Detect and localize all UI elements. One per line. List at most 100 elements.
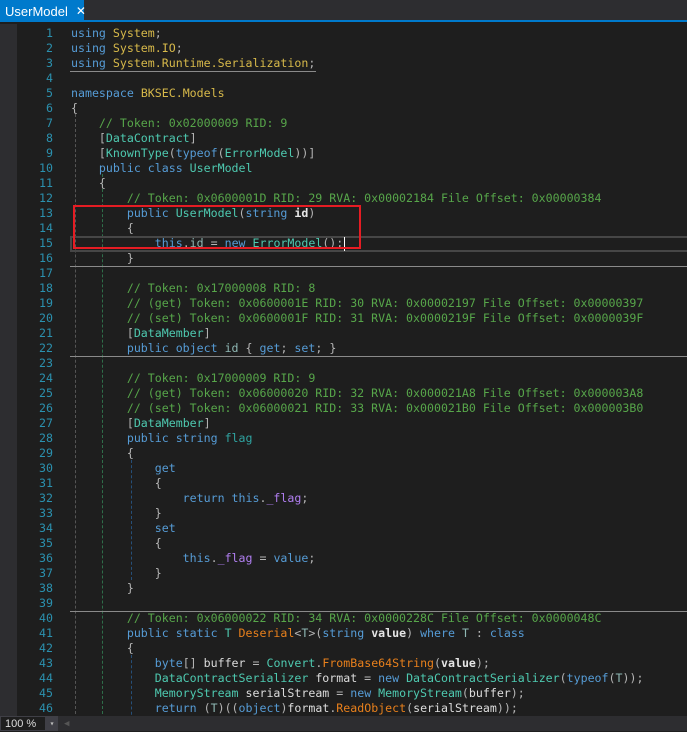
line-number: 17 [39,266,53,280]
line-code: { [71,536,162,551]
line-code: [DataContract] [71,131,197,146]
code-token: // Token: 0x02000009 RID: 9 [71,116,288,130]
code-token: serialStream [245,686,330,700]
line-number: 14 [39,221,53,235]
line-number: 46 [39,701,53,715]
line-code: { [71,176,106,191]
code-line[interactable]: 18 // Token: 0x17000008 RID: 8 [0,281,687,296]
code-token: } [71,581,134,595]
code-token: System.IO [112,41,176,55]
code-token: id [224,341,239,355]
code-line[interactable]: 45 MemoryStream serialStream = new Memor… [0,686,687,701]
code-line[interactable]: 31 { [0,476,687,491]
code-line[interactable]: 16 } [0,251,687,266]
code-token: _flag [266,491,302,505]
code-line[interactable]: 35 { [0,536,687,551]
line-code: // Token: 0x02000009 RID: 9 [71,116,287,131]
line-code: MemoryStream serialStream = new MemorySt… [71,686,525,701]
line-number: 11 [39,176,53,190]
line-code: using System.IO; [71,41,183,56]
code-token: FromBase64String [322,656,435,670]
line-code: // Token: 0x06000022 RID: 34 RVA: 0x0000… [71,611,602,626]
code-line[interactable]: 40 // Token: 0x06000022 RID: 34 RVA: 0x0… [0,611,687,626]
code-line[interactable]: 42 { [0,641,687,656]
line-code: public static T Deserial<T>(string value… [71,626,525,641]
code-line[interactable]: 46 return (T)((object)format.ReadObject(… [0,701,687,716]
line-code: DataContractSerializer format = new Data… [71,671,644,686]
line-code: [KnownType(typeof(ErrorModel))] [71,146,315,161]
line-code: return (T)((object)format.ReadObject(ser… [71,701,518,716]
code-line[interactable]: 1 using System; [0,26,687,41]
code-line[interactable]: 22 public object id { get; set; } [0,341,687,356]
code-line[interactable]: 38 } [0,581,687,596]
code-line[interactable]: 28 public string flag [0,431,687,446]
code-line[interactable]: 29 { [0,446,687,461]
code-line[interactable]: 7 // Token: 0x02000009 RID: 9 [0,116,687,131]
code-line[interactable]: 11 { [0,176,687,191]
code-token: value [441,656,476,670]
line-number: 35 [39,536,53,550]
code-line[interactable]: 27 [DataMember] [0,416,687,431]
code-line[interactable]: 8 [DataContract] [0,131,687,146]
code-token: ] [189,131,197,145]
zoom-dropdown-icon[interactable]: ▾ [46,716,58,731]
code-token: object [238,701,281,715]
code-token: typeof [175,146,218,160]
code-line[interactable]: 41 public static T Deserial<T>(string va… [0,626,687,641]
tab-usermodel[interactable]: UserModel ✕ [0,0,86,22]
code-line[interactable]: 10 public class UserModel [0,161,687,176]
close-icon[interactable]: ✕ [76,4,86,18]
code-line[interactable]: 23 [0,356,687,371]
code-line[interactable]: 24 // Token: 0x17000009 RID: 9 [0,371,687,386]
code-token: } [71,251,134,265]
line-number: 29 [39,446,53,460]
code-token: } [71,566,162,580]
code-token: public static [71,626,225,640]
code-line[interactable]: 44 DataContractSerializer format = new D… [0,671,687,686]
code-token: MemoryStream [378,686,462,700]
code-line[interactable]: 25 // (get) Token: 0x06000020 RID: 32 RV… [0,386,687,401]
code-token: )(( [217,701,239,715]
code-line[interactable]: 30 get [0,461,687,476]
line-code: using System.Runtime.Serialization; [71,56,315,71]
code-token: = [245,656,267,670]
code-line[interactable]: 26 // (set) Token: 0x06000021 RID: 33 RV… [0,401,687,416]
code-line[interactable]: 4 [0,71,687,86]
code-line[interactable]: 6{ [0,101,687,116]
code-line[interactable]: 17 [0,266,687,281]
code-line[interactable]: 3 using System.Runtime.Serialization; [0,56,687,71]
code-token: ( [203,701,211,715]
code-line[interactable]: 36 this._flag = value; [0,551,687,566]
zoom-level[interactable]: 100 % [0,716,46,731]
code-token: ; [280,341,295,355]
line-number: 6 [46,101,53,115]
code-token: // (set) Token: 0x0600001F RID: 31 RVA: … [71,311,644,325]
code-line[interactable]: 9 [KnownType(typeof(ErrorModel))] [0,146,687,161]
code-line[interactable]: 12 // Token: 0x0600001D RID: 29 RVA: 0x0… [0,191,687,206]
code-line[interactable]: 5 namespace BKSEC.Models [0,86,687,101]
code-line[interactable]: 43 byte[] buffer = Convert.FromBase64Str… [0,656,687,671]
code-token: } [71,506,162,520]
scroll-left-icon[interactable]: ◀ [64,719,69,729]
line-code: } [71,251,134,266]
code-line[interactable]: 37 } [0,566,687,581]
code-token: KnownType [105,146,169,160]
line-number: 2 [46,41,53,55]
code-line[interactable]: 33 } [0,506,687,521]
code-token: DataContractSerializer [71,671,316,685]
code-line[interactable]: 34 set [0,521,687,536]
code-line[interactable]: 21 [DataMember] [0,326,687,341]
code-line[interactable]: 32 return this._flag; [0,491,687,506]
code-token: [ [71,326,134,340]
code-token: BKSEC.Models [140,86,225,100]
code-editor[interactable]: 1 using System; 2 using System.IO; 3 using Sy… [0,24,687,716]
line-code: // Token: 0x0600001D RID: 29 RVA: 0x0000… [71,191,602,206]
code-line[interactable]: 39 [0,596,687,611]
line-number: 30 [39,461,53,475]
code-line[interactable]: 2 using System.IO; [0,41,687,56]
code-line[interactable]: 19 // (get) Token: 0x0600001E RID: 30 RV… [0,296,687,311]
line-number: 10 [39,161,53,175]
code-token: )); [622,671,644,685]
code-line[interactable]: 20 // (set) Token: 0x0600001F RID: 31 RV… [0,311,687,326]
code-token: ( [434,656,442,670]
